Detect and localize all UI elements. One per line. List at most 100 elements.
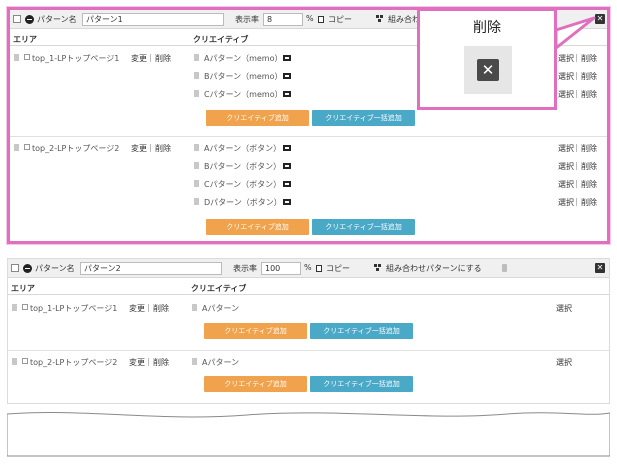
collapse-icon[interactable] — [23, 264, 32, 273]
percent-label: % — [304, 263, 312, 272]
combo-button[interactable]: 組み合わせパターンにする — [386, 263, 482, 274]
separator: | — [575, 53, 578, 62]
area-name: top_1-LPトップページ1 — [30, 304, 118, 313]
trash-icon[interactable] — [192, 358, 197, 365]
creative-name: Aパターン（memo） — [204, 54, 283, 63]
expand-icon[interactable] — [22, 304, 28, 310]
add-creative-button[interactable]: クリエイティブ追加 — [204, 323, 307, 339]
creative-name: Dパターン（ボタン） — [204, 198, 282, 207]
collapse-icon[interactable] — [25, 15, 34, 24]
trash-icon[interactable] — [194, 72, 199, 79]
area-block: top_1-LPトップページ1 変更 | 削除 Aパターン 選択 クリエイティブ… — [8, 297, 609, 351]
delete-link[interactable]: 削除 — [581, 179, 597, 190]
trash-icon[interactable] — [192, 304, 197, 311]
separator: | — [149, 143, 152, 152]
combo-icon[interactable] — [376, 15, 384, 23]
area-block: top_2-LPトップページ2 変更 | 削除 Aパターン（ボタン） Bパターン… — [10, 137, 607, 241]
bulk-add-creative-button[interactable]: クリエイティブ一括追加 — [312, 219, 415, 235]
creative-name: Aパターン — [202, 304, 240, 313]
select-link[interactable]: 選択 — [558, 71, 574, 82]
edit-link[interactable]: 変更 — [131, 143, 147, 154]
add-creative-button[interactable]: クリエイティブ追加 — [206, 219, 309, 235]
separator: | — [575, 179, 578, 188]
select-link[interactable]: 選択 — [558, 143, 574, 154]
bulk-add-creative-button[interactable]: クリエイティブ一括追加 — [312, 110, 415, 126]
select-link[interactable]: 選択 — [558, 161, 574, 172]
delete-callout: 削除 ✕ — [417, 8, 557, 110]
delete-link[interactable]: 削除 — [155, 53, 171, 64]
delete-link[interactable]: 削除 — [153, 357, 169, 368]
copy-icon[interactable] — [316, 265, 322, 272]
close-icon[interactable]: ✕ — [595, 263, 605, 273]
trash-icon[interactable] — [194, 180, 199, 187]
close-icon[interactable]: ✕ — [595, 14, 605, 24]
expand-icon[interactable] — [24, 54, 30, 60]
area-name: top_2-LPトップページ2 — [32, 144, 120, 153]
rate-label: 表示率 — [233, 264, 257, 273]
creative-name: Cパターン（ボタン） — [204, 180, 282, 189]
select-checkbox[interactable] — [11, 264, 19, 272]
pattern-name-input[interactable]: パターン1 — [82, 13, 224, 26]
select-link[interactable]: 選択 — [558, 197, 574, 208]
rate-input[interactable]: 100 — [261, 262, 301, 275]
combo-icon[interactable] — [374, 264, 382, 272]
creative-column-header: クリエイティブ — [191, 284, 247, 293]
trash-icon[interactable] — [14, 54, 19, 61]
rate-input[interactable]: 8 — [263, 13, 303, 26]
expand-icon[interactable] — [22, 358, 28, 364]
add-creative-button[interactable]: クリエイティブ追加 — [204, 376, 307, 392]
separator: | — [147, 357, 150, 366]
copy-icon[interactable] — [318, 16, 324, 23]
delete-link[interactable]: 削除 — [155, 143, 171, 154]
trash-icon[interactable] — [14, 144, 19, 151]
area-name: top_2-LPトップページ2 — [30, 358, 118, 367]
delete-link[interactable]: 削除 — [153, 303, 169, 314]
preview-icon[interactable] — [283, 91, 291, 97]
preview-icon[interactable] — [283, 199, 291, 205]
bulk-add-creative-button[interactable]: クリエイティブ一括追加 — [310, 323, 413, 339]
select-link[interactable]: 選択 — [558, 179, 574, 190]
delete-link[interactable]: 削除 — [581, 161, 597, 172]
trash-icon[interactable] — [502, 264, 507, 272]
trash-icon[interactable] — [194, 198, 199, 205]
pattern-header: パターン名 パターン2 表示率 100 % コピー 組み合わせパターンにする ✕ — [8, 259, 609, 278]
pattern-name-label: パターン名 — [37, 15, 77, 24]
trash-icon[interactable] — [194, 54, 199, 61]
trash-icon[interactable] — [194, 162, 199, 169]
expand-icon[interactable] — [24, 144, 30, 150]
select-link[interactable]: 選択 — [556, 303, 572, 314]
select-link[interactable]: 選択 — [558, 53, 574, 64]
select-link[interactable]: 選択 — [556, 357, 572, 368]
separator: | — [575, 89, 578, 98]
delete-link[interactable]: 削除 — [581, 143, 597, 154]
separator: | — [575, 161, 578, 170]
preview-icon[interactable] — [283, 163, 291, 169]
bulk-add-creative-button[interactable]: クリエイティブ一括追加 — [310, 376, 413, 392]
copy-button[interactable]: コピー — [326, 263, 350, 274]
preview-icon[interactable] — [283, 55, 291, 61]
edit-link[interactable]: 変更 — [129, 303, 145, 314]
delete-link[interactable]: 削除 — [581, 71, 597, 82]
preview-icon[interactable] — [283, 73, 291, 79]
creative-name: Aパターン（ボタン） — [204, 144, 282, 153]
edit-link[interactable]: 変更 — [131, 53, 147, 64]
delete-link[interactable]: 削除 — [581, 89, 597, 100]
delete-link[interactable]: 削除 — [581, 53, 597, 64]
creative-name: Cパターン（memo） — [204, 90, 283, 99]
edit-link[interactable]: 変更 — [129, 357, 145, 368]
trash-icon[interactable] — [12, 304, 17, 311]
pattern-name-input[interactable]: パターン2 — [80, 262, 222, 275]
area-column-header: エリア — [13, 35, 37, 44]
close-icon: ✕ — [477, 59, 499, 81]
select-checkbox[interactable] — [13, 15, 21, 23]
trash-icon[interactable] — [194, 90, 199, 97]
preview-icon[interactable] — [283, 145, 291, 151]
trash-icon[interactable] — [194, 144, 199, 151]
preview-icon[interactable] — [283, 181, 291, 187]
select-link[interactable]: 選択 — [558, 89, 574, 100]
delete-link[interactable]: 削除 — [581, 197, 597, 208]
trash-icon[interactable] — [12, 358, 17, 365]
copy-button[interactable]: コピー — [328, 14, 352, 25]
area-name: top_1-LPトップページ1 — [32, 54, 120, 63]
add-creative-button[interactable]: クリエイティブ追加 — [206, 110, 309, 126]
